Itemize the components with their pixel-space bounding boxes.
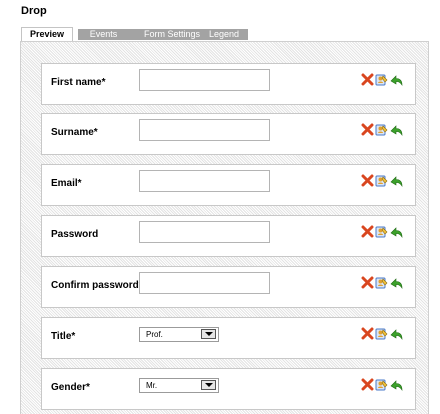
email-field[interactable] [139,170,270,192]
form-row-confirm-password[interactable]: Confirm password* [41,266,416,308]
chevron-down-icon[interactable] [201,329,216,339]
gender-select[interactable]: Mr. [139,378,219,393]
form-row-gender[interactable]: Gender* Mr. [41,368,416,410]
page-title: Drop [21,5,47,17]
copy-icon[interactable] [390,225,403,238]
form-row-title[interactable]: Title* Prof. [41,317,416,359]
copy-icon[interactable] [390,276,403,289]
delete-icon[interactable] [361,276,374,289]
chevron-down-icon[interactable] [201,380,216,390]
delete-icon[interactable] [361,378,374,391]
select-value: Mr. [146,381,158,390]
form-row-password[interactable]: Password [41,215,416,257]
copy-icon[interactable] [390,174,403,187]
field-label: Email* [51,178,82,189]
delete-icon[interactable] [361,174,374,187]
field-label: First name* [51,77,106,88]
field-label: Password [51,229,99,240]
select-value: Prof. [146,330,163,339]
form-row-email[interactable]: Email* [41,164,416,206]
edit-icon[interactable] [375,123,388,136]
field-label: Title* [51,331,76,342]
copy-icon[interactable] [390,73,403,86]
form-row-surname[interactable]: Surname* [41,113,416,155]
delete-icon[interactable] [361,225,374,238]
copy-icon[interactable] [390,123,403,136]
confirm-password-field[interactable] [139,272,270,294]
field-label: Gender* [51,382,90,393]
delete-icon[interactable] [361,327,374,340]
tab-events[interactable]: Events [78,29,129,40]
delete-icon[interactable] [361,123,374,136]
form-row-first-name[interactable]: First name* [41,63,416,105]
copy-icon[interactable] [390,327,403,340]
edit-icon[interactable] [375,378,388,391]
title-select[interactable]: Prof. [139,327,219,342]
tab-legend[interactable]: Legend [200,29,248,40]
tab-preview[interactable]: Preview [21,27,73,42]
copy-icon[interactable] [390,378,403,391]
form-preview-panel: First name* Surname* Email* Password Con… [20,41,429,414]
edit-icon[interactable] [375,225,388,238]
edit-icon[interactable] [375,174,388,187]
field-label: Confirm password* [51,280,143,291]
delete-icon[interactable] [361,73,374,86]
first-name-field[interactable] [139,69,270,91]
edit-icon[interactable] [375,276,388,289]
surname-field[interactable] [139,119,270,141]
field-label: Surname* [51,127,98,138]
edit-icon[interactable] [375,73,388,86]
password-field[interactable] [139,221,270,243]
edit-icon[interactable] [375,327,388,340]
